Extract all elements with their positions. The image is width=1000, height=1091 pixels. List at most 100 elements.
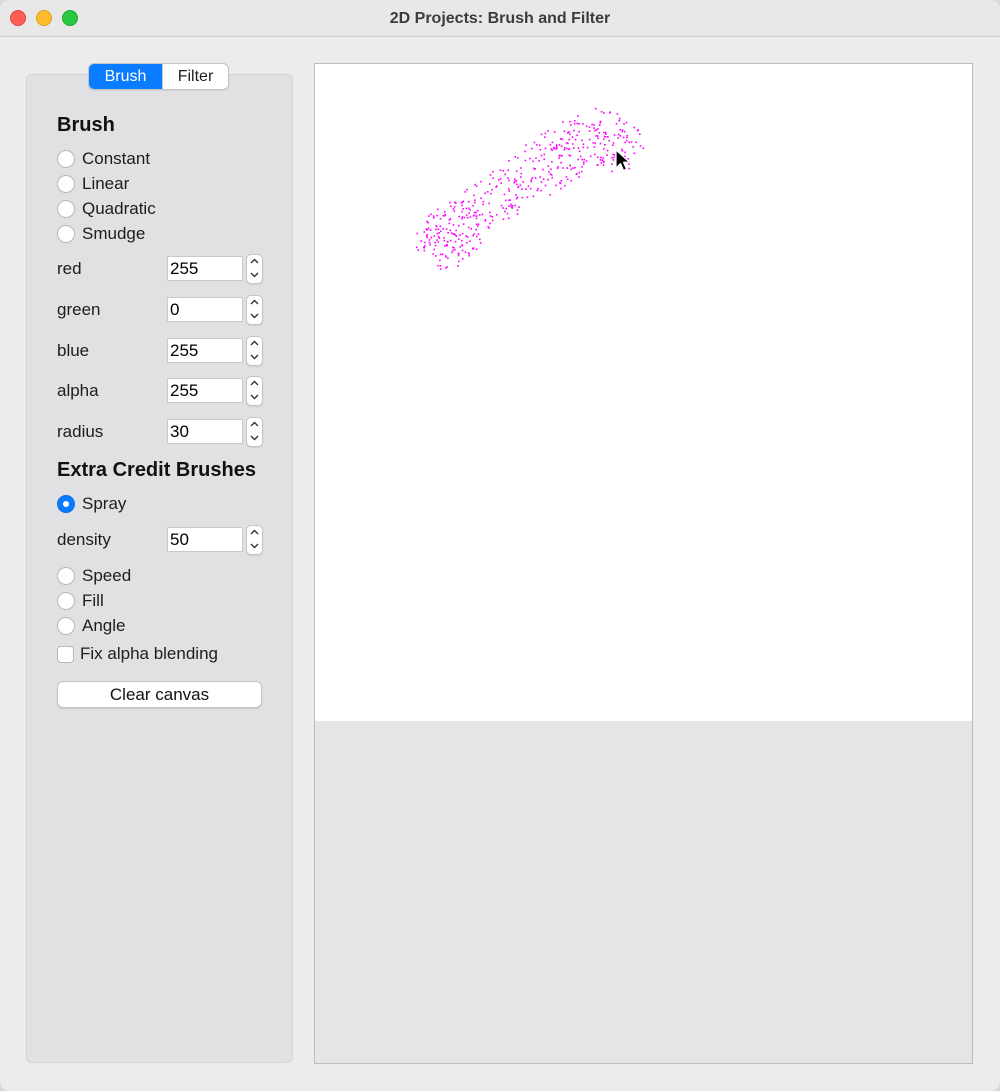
drawing-canvas[interactable] — [315, 64, 972, 721]
spray-dot — [437, 241, 440, 243]
spray-dot — [508, 205, 510, 207]
spray-dot — [530, 178, 533, 181]
spray-dot — [427, 227, 430, 230]
tab-filter[interactable]: Filter — [162, 64, 228, 89]
blue-stepper[interactable] — [246, 336, 263, 366]
radio-button-selected[interactable] — [57, 495, 75, 513]
spray-dot — [580, 170, 583, 173]
spray-dot — [607, 136, 609, 138]
spray-dot — [417, 249, 420, 251]
blue-label: blue — [57, 341, 90, 360]
chevron-down-icon[interactable] — [247, 432, 262, 446]
spray-dot — [542, 178, 545, 180]
spray-dot — [472, 247, 474, 250]
radius-stepper[interactable] — [246, 417, 263, 447]
alpha-input[interactable] — [167, 378, 243, 403]
red-stepper[interactable] — [246, 254, 263, 284]
radio-label: Smudge — [82, 224, 146, 243]
radio-button[interactable] — [57, 225, 75, 243]
chevron-down-icon[interactable] — [247, 310, 262, 324]
chevron-up-icon[interactable] — [247, 418, 262, 432]
radio-smudge[interactable]: Smudge — [57, 224, 145, 244]
green-stepper[interactable] — [246, 295, 263, 325]
spray-dot — [619, 135, 622, 137]
tab-bar: Brush Filter — [88, 63, 229, 90]
spray-dot — [516, 157, 519, 159]
chevron-up-icon[interactable] — [247, 337, 262, 351]
radio-speed[interactable]: Speed — [57, 566, 131, 586]
spray-dot — [423, 249, 426, 252]
radio-button[interactable] — [57, 200, 75, 218]
spray-dot — [491, 188, 493, 191]
red-input[interactable] — [167, 256, 243, 281]
radio-button[interactable] — [57, 175, 75, 193]
density-input[interactable] — [167, 527, 243, 552]
fix-alpha-checkbox[interactable] — [57, 645, 74, 663]
spray-dot — [426, 220, 428, 223]
radio-button[interactable] — [57, 592, 75, 610]
clear-canvas-button[interactable]: Clear canvas — [57, 681, 262, 708]
spray-dot — [428, 241, 431, 244]
radius-input[interactable] — [167, 419, 243, 444]
chevron-up-icon[interactable] — [247, 296, 262, 310]
radio-constant[interactable]: Constant — [57, 149, 150, 169]
spray-dot — [626, 136, 628, 139]
spray-dot — [538, 144, 541, 147]
chevron-down-icon[interactable] — [247, 269, 262, 283]
radio-angle[interactable]: Angle — [57, 616, 125, 636]
green-input[interactable] — [167, 297, 243, 322]
spray-dot — [440, 230, 442, 232]
spray-dot — [603, 148, 605, 150]
spray-dot — [597, 137, 599, 140]
spray-dot — [490, 192, 492, 195]
spray-dot — [488, 202, 490, 205]
spray-dot — [467, 200, 470, 203]
spray-dot — [518, 206, 520, 208]
spray-dot — [432, 215, 435, 217]
spray-dot — [550, 148, 553, 150]
spray-dot — [566, 167, 568, 169]
spray-dot — [425, 228, 428, 230]
blue-input[interactable] — [167, 338, 243, 363]
spray-dot — [475, 217, 478, 220]
spray-dot — [595, 129, 598, 131]
chevron-up-icon[interactable] — [247, 377, 262, 391]
spray-dot — [553, 131, 556, 133]
spray-dot — [517, 186, 520, 188]
spray-dot — [568, 138, 570, 141]
radio-linear[interactable]: Linear — [57, 174, 129, 194]
spray-dot — [484, 192, 486, 194]
spray-dot — [615, 122, 618, 125]
spray-dot — [566, 147, 568, 150]
spray-dot — [470, 228, 472, 230]
spray-dot — [437, 208, 439, 211]
spray-dot — [449, 201, 451, 204]
spray-dot — [603, 131, 605, 134]
density-stepper[interactable] — [246, 525, 263, 555]
tab-brush[interactable]: Brush — [89, 64, 162, 89]
chevron-down-icon[interactable] — [247, 391, 262, 405]
spray-dot — [468, 254, 470, 257]
spray-dot — [504, 210, 506, 213]
spray-dot — [577, 158, 579, 161]
spray-dot — [596, 164, 599, 166]
chevron-up-icon[interactable] — [247, 255, 262, 269]
radio-button[interactable] — [57, 150, 75, 168]
spray-dot — [436, 232, 439, 235]
spray-dot — [465, 207, 468, 210]
spray-dot — [564, 147, 566, 149]
spray-dot — [461, 249, 464, 252]
radio-quadratic[interactable]: Quadratic — [57, 199, 156, 219]
chevron-down-icon[interactable] — [247, 351, 262, 365]
radio-button[interactable] — [57, 567, 75, 585]
spray-dot — [459, 246, 462, 248]
fix-alpha-checkbox-row[interactable]: Fix alpha blending — [57, 644, 218, 664]
spray-dot — [477, 233, 480, 235]
radio-label: Spray — [82, 494, 127, 513]
alpha-stepper[interactable] — [246, 376, 263, 406]
radio-fill[interactable]: Fill — [57, 591, 104, 611]
chevron-down-icon[interactable] — [247, 540, 262, 554]
radio-spray[interactable]: Spray — [57, 494, 126, 514]
radio-button[interactable] — [57, 617, 75, 635]
chevron-up-icon[interactable] — [247, 526, 262, 540]
